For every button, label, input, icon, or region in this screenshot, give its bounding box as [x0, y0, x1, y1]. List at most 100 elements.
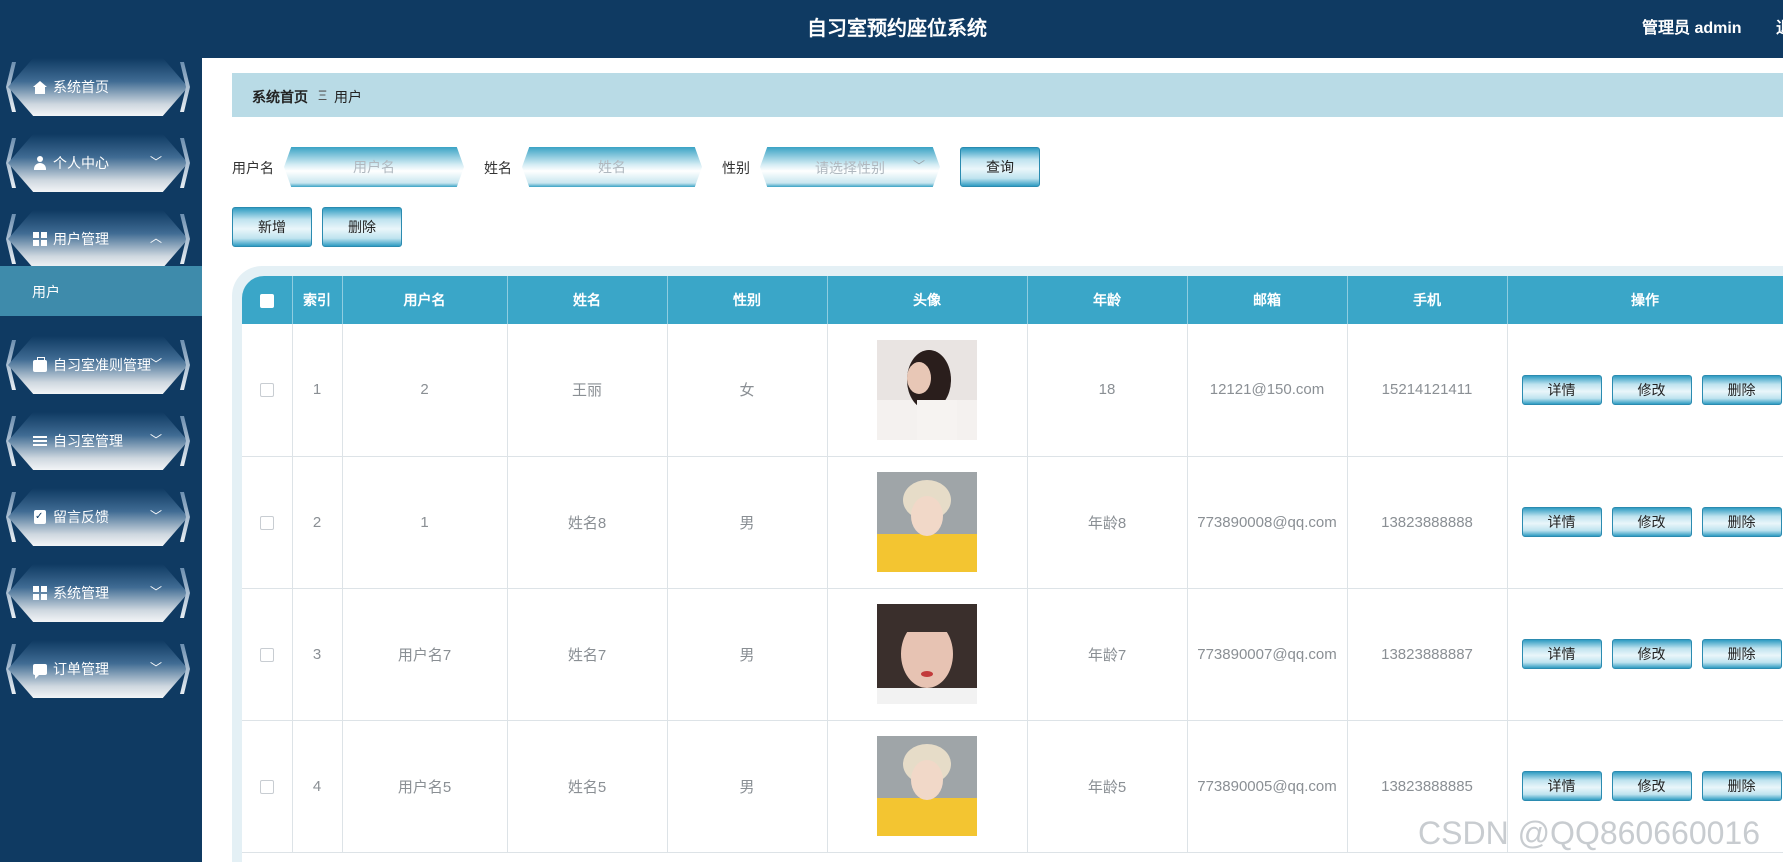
sidebar-item-rules-management[interactable]: 自习室准则管理 ﹀	[6, 336, 190, 394]
column-header: 头像	[827, 276, 1028, 324]
cell-age: 年龄8	[1027, 456, 1188, 589]
column-header: 姓名	[507, 276, 668, 324]
sidebar-item-home[interactable]: 系统首页	[6, 58, 190, 116]
cell-email: 773890007@qq.com	[1187, 588, 1348, 721]
home-icon	[32, 79, 48, 95]
cell-name: 姓名8	[507, 456, 668, 589]
edit-button[interactable]: 修改	[1611, 771, 1692, 801]
cell-phone: 13823888888	[1347, 456, 1508, 589]
delete-button[interactable]: 删除	[1701, 507, 1782, 537]
chevron-down-icon: ﹀	[913, 159, 926, 173]
cell-age: 年龄5	[1027, 720, 1188, 853]
edit-button[interactable]: 修改	[1611, 374, 1692, 405]
cell-phone: 15214121411	[1347, 324, 1508, 457]
cell-name: 姓名7	[507, 588, 668, 721]
cell-name: 姓名5	[507, 720, 668, 853]
sidebar-item-feedback[interactable]: 留言反馈 ﹀	[6, 488, 190, 546]
chevron-down-icon: ﹀	[149, 433, 162, 447]
edit-button[interactable]: 修改	[1611, 507, 1692, 537]
chevron-up-icon: ︿	[149, 231, 162, 245]
delete-button[interactable]: 删除	[1701, 771, 1782, 801]
row-checkbox[interactable]	[259, 779, 274, 794]
chevron-down-icon: ﹀	[149, 357, 162, 371]
cell-age: 18	[1027, 324, 1188, 457]
breadcrumb-separator-icon: Ξ	[318, 87, 328, 103]
cell-name: 王丽	[507, 324, 668, 457]
batch-delete-button[interactable]: 删除	[322, 207, 402, 247]
cell-index: 4	[292, 720, 343, 853]
name-input[interactable]	[522, 147, 702, 187]
sidebar-item-label: 系统首页	[53, 79, 109, 95]
sidebar-item-room-management[interactable]: 自习室管理 ﹀	[6, 412, 190, 470]
sidebar: 系统首页 个人中心 ﹀ 用户管理 ︿ 用户 自习室准则管理 ﹀ 自习室管理 ﹀ …	[0, 0, 202, 862]
column-header: 用户名	[342, 276, 508, 324]
sidebar-item-personal-center[interactable]: 个人中心 ﹀	[6, 134, 190, 192]
column-header: 索引	[292, 276, 343, 324]
sliders-icon	[32, 433, 48, 449]
cell-age: 年龄7	[1027, 588, 1188, 721]
sidebar-item-label: 用户管理	[53, 231, 109, 247]
app-title: 自习室预约座位系统	[807, 18, 987, 40]
username-input[interactable]	[284, 147, 464, 187]
cell-index: 3	[292, 588, 343, 721]
user-table-container: 索引 用户名 姓名 性别 头像 年龄 邮箱 手机 操作 1 2 王丽 女 18 …	[232, 266, 1783, 862]
column-header: 邮箱	[1187, 276, 1348, 324]
breadcrumb-current: 用户	[334, 89, 362, 105]
row-checkbox[interactable]	[259, 383, 274, 398]
column-header: 年龄	[1027, 276, 1188, 324]
sidebar-subitem-user[interactable]: 用户	[0, 266, 202, 316]
add-button[interactable]: 新增	[232, 207, 312, 247]
detail-button[interactable]: 详情	[1521, 639, 1602, 669]
gender-select-placeholder: 请选择性别	[815, 160, 885, 176]
table-header-row: 索引 用户名 姓名 性别 头像 年龄 邮箱 手机 操作	[242, 276, 1783, 324]
sidebar-item-label: 个人中心	[53, 155, 109, 171]
sidebar-item-label: 自习室管理	[53, 433, 123, 449]
delete-button[interactable]: 删除	[1701, 374, 1782, 405]
user-icon	[32, 155, 48, 171]
cell-username: 用户名7	[342, 588, 508, 721]
cell-username: 用户名5	[342, 720, 508, 853]
chevron-down-icon: ﹀	[149, 661, 162, 675]
cell-email: 773890008@qq.com	[1187, 456, 1348, 589]
table-row: 2 1 姓名8 男 年龄8 773890008@qq.com 138238888…	[242, 456, 1783, 589]
name-label: 姓名	[484, 160, 512, 176]
cell-gender: 男	[667, 588, 828, 721]
column-header: 手机	[1347, 276, 1508, 324]
watermark: CSDN @QQ860660016	[1418, 815, 1760, 851]
logout-link[interactable]: 退出	[1776, 0, 1783, 58]
user-table: 索引 用户名 姓名 性别 头像 年龄 邮箱 手机 操作 1 2 王丽 女 18 …	[242, 276, 1783, 853]
chevron-down-icon: ﹀	[149, 509, 162, 523]
detail-button[interactable]: 详情	[1521, 771, 1602, 801]
avatar	[877, 339, 977, 440]
select-all-cell	[242, 276, 293, 324]
sidebar-item-system-management[interactable]: 系统管理 ﹀	[6, 564, 190, 622]
current-user: 管理员 admin	[1642, 20, 1742, 37]
cell-index: 1	[292, 324, 343, 457]
sidebar-item-user-management[interactable]: 用户管理 ︿	[6, 210, 190, 268]
select-all-checkbox[interactable]	[259, 294, 274, 309]
breadcrumb-home[interactable]: 系统首页	[252, 87, 308, 107]
gender-select[interactable]: 请选择性别 ﹀	[760, 147, 940, 187]
chevron-down-icon: ﹀	[149, 585, 162, 599]
sidebar-item-label: 自习室准则管理	[53, 357, 151, 373]
gender-label: 性别	[722, 160, 750, 176]
table-row: 1 2 王丽 女 18 12121@150.com 15214121411 详情…	[242, 324, 1783, 457]
detail-button[interactable]: 详情	[1521, 507, 1602, 537]
avatar	[877, 604, 977, 704]
grid-icon	[32, 585, 48, 601]
column-header: 操作	[1507, 276, 1783, 324]
query-button[interactable]: 查询	[960, 147, 1040, 187]
delete-button[interactable]: 删除	[1701, 639, 1782, 669]
sidebar-item-order-management[interactable]: 订单管理 ﹀	[6, 640, 190, 698]
row-checkbox[interactable]	[259, 515, 274, 530]
sidebar-item-label: 系统管理	[53, 585, 109, 601]
table-row: 3 用户名7 姓名7 男 年龄7 773890007@qq.com 138238…	[242, 588, 1783, 721]
cell-gender: 男	[667, 456, 828, 589]
breadcrumb: 系统首页 Ξ 用户	[232, 73, 1783, 117]
row-checkbox[interactable]	[259, 647, 274, 662]
chat-icon	[32, 661, 48, 679]
cell-username: 1	[342, 456, 508, 589]
detail-button[interactable]: 详情	[1521, 374, 1602, 405]
edit-button[interactable]: 修改	[1611, 639, 1692, 669]
sidebar-item-label: 留言反馈	[53, 509, 109, 525]
